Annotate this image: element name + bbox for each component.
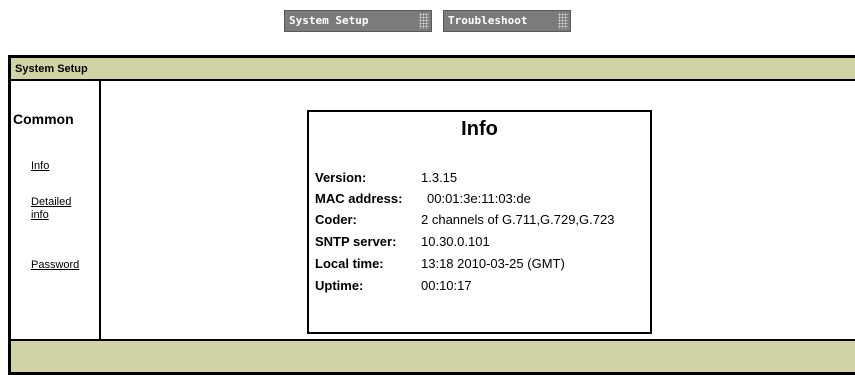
info-key: Local time:	[315, 256, 384, 271]
sidebar: Common Info Detailed info Password	[11, 81, 101, 339]
grip-pattern-icon	[558, 13, 568, 29]
info-value: 10.30.0.101	[421, 234, 490, 249]
troubleshoot-label: Troubleshoot	[448, 14, 528, 27]
info-title: Info	[461, 118, 498, 140]
info-value: 00:10:17	[421, 278, 472, 293]
top-navigation: System Setup Troubleshoot	[0, 10, 855, 34]
info-key: Coder:	[315, 212, 357, 227]
info-key: Version:	[315, 170, 367, 185]
main-frame: System Setup Common Info Detailed info P…	[8, 55, 855, 375]
grip-pattern-icon	[419, 13, 429, 29]
info-value: 13:18 2010-03-25 (GMT)	[421, 256, 565, 271]
sidebar-link-detailed-info[interactable]: Detailed info	[31, 196, 91, 222]
info-panel: Info Version: 1.3.15 MAC address: 00:01:…	[307, 110, 652, 334]
troubleshoot-button[interactable]: Troubleshoot	[443, 10, 571, 32]
frame-title: System Setup	[15, 63, 88, 75]
info-key: MAC address:	[315, 191, 403, 206]
sidebar-link-password[interactable]: Password	[31, 259, 91, 272]
frame-title-bar: System Setup	[11, 58, 855, 81]
info-value: 00:01:3e:11:03:de	[427, 191, 531, 206]
info-value: 1.3.15	[421, 170, 458, 185]
info-key: Uptime:	[315, 278, 364, 293]
info-value: 2 channels of G.711,G.729,G.723	[421, 212, 615, 227]
sidebar-heading: Common	[13, 111, 74, 127]
info-key: SNTP server:	[315, 234, 397, 249]
system-setup-button[interactable]: System Setup	[284, 10, 432, 32]
system-setup-label: System Setup	[289, 14, 369, 27]
sidebar-link-info[interactable]: Info	[31, 160, 91, 173]
bottom-bar	[11, 339, 855, 372]
